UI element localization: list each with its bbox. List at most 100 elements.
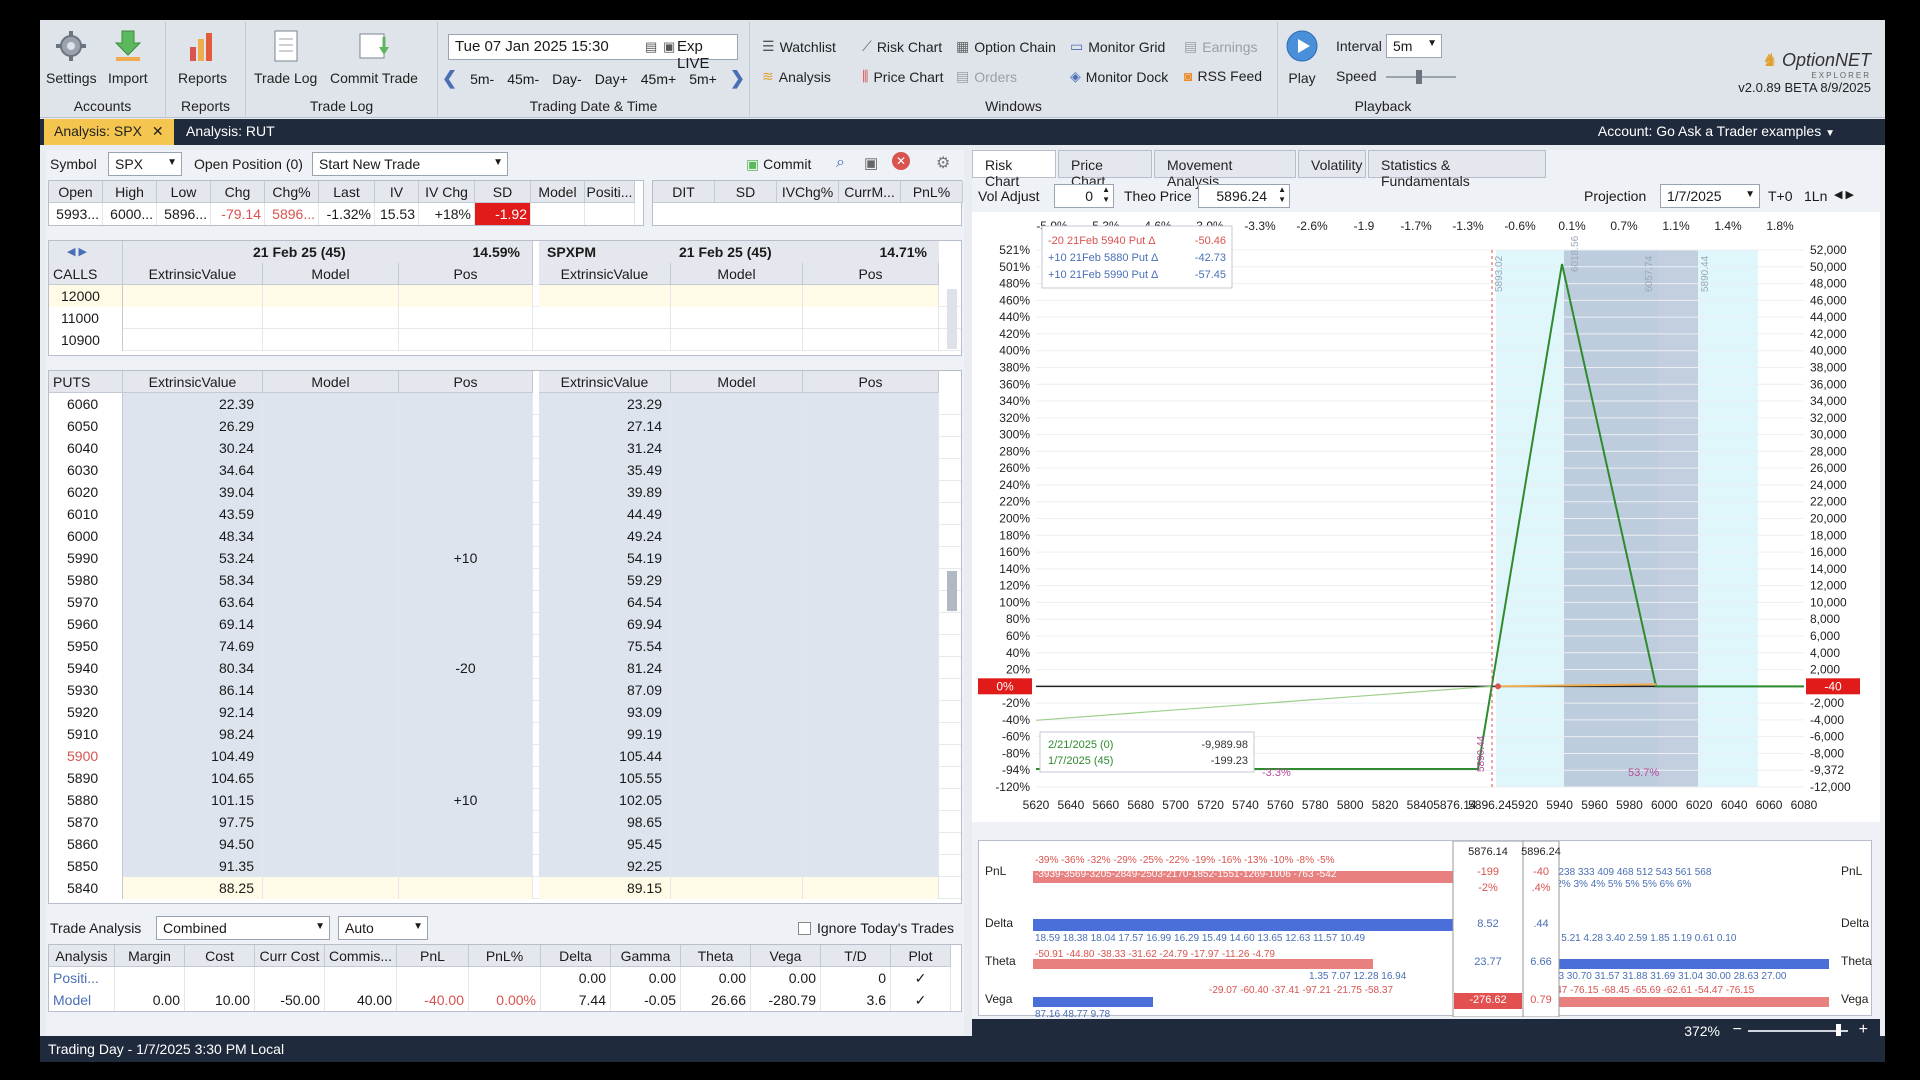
model-cell[interactable] [263,525,399,547]
monitor-grid-button[interactable]: ▭ Monitor Grid [1070,38,1165,55]
nav-5m-plus[interactable]: 5m+ [689,71,717,87]
call-cell[interactable] [123,307,263,329]
call-cell[interactable] [263,285,399,307]
call-cell[interactable] [539,285,671,307]
play-button[interactable]: Play [1284,28,1320,86]
tab-statistics-fundamentals[interactable]: Statistics & Fundamentals [1368,150,1546,189]
model-cell[interactable] [263,701,399,723]
prev-next-icon[interactable]: ◀ ▶ [1834,188,1854,201]
put-row[interactable]: 5900 104.49 105.44 [49,745,961,767]
scrollbar-thumb[interactable] [947,571,957,611]
call-cell[interactable] [399,285,533,307]
pos-cell[interactable] [803,767,939,789]
call-cell[interactable] [803,307,939,329]
model-cell[interactable] [671,701,803,723]
call-cell[interactable] [671,285,803,307]
interval-select[interactable]: 5m ▼ [1386,34,1442,58]
pos-cell[interactable] [803,723,939,745]
extrinsic-value[interactable]: 89.15 [539,877,671,899]
delete-icon[interactable]: ✕ [892,152,910,170]
put-row[interactable]: 6050 26.29 27.14 [49,415,961,437]
watchlist-button[interactable]: ☰ Watchlist [762,38,836,55]
extrinsic-value[interactable]: 94.50 [123,833,263,855]
extrinsic-value[interactable]: 93.09 [539,701,671,723]
extrinsic-value[interactable]: 34.64 [123,459,263,481]
pos-cell[interactable] [803,789,939,811]
call-cell[interactable] [263,307,399,329]
pos-cell[interactable] [399,481,533,503]
put-row[interactable]: 5940 80.34 -20 81.24 [49,657,961,679]
chevron-down-icon[interactable]: ▼ [1825,128,1835,139]
put-row[interactable]: 5980 58.34 59.29 [49,569,961,591]
model-cell[interactable] [263,877,399,899]
extrinsic-value[interactable]: 97.75 [123,811,263,833]
extrinsic-value[interactable]: 27.14 [539,415,671,437]
model-cell[interactable] [263,547,399,569]
nav-45m-minus[interactable]: 45m- [507,71,539,87]
model-cell[interactable] [263,569,399,591]
put-row[interactable]: 5970 63.64 64.54 [49,591,961,613]
extrinsic-value[interactable]: 91.35 [123,855,263,877]
pos-cell[interactable] [803,525,939,547]
model-cell[interactable] [263,613,399,635]
pos-cell[interactable] [399,525,533,547]
model-cell[interactable] [671,459,803,481]
pos-cell[interactable] [803,503,939,525]
extrinsic-value[interactable]: 105.55 [539,767,671,789]
pos-cell[interactable] [399,393,533,415]
pos-cell[interactable] [803,437,939,459]
model-cell[interactable] [671,745,803,767]
calendar-icon[interactable]: ▤ [645,39,657,55]
put-row[interactable]: 5920 92.14 93.09 [49,701,961,723]
put-row[interactable]: 6040 30.24 31.24 [49,437,961,459]
model-cell[interactable] [263,437,399,459]
model-cell[interactable] [263,503,399,525]
pos-cell[interactable]: +10 [399,789,533,811]
call-cell[interactable] [671,307,803,329]
pos-cell[interactable] [803,591,939,613]
tab-risk-chart[interactable]: Risk Chart [972,150,1056,189]
pos-cell[interactable] [399,679,533,701]
extrinsic-value[interactable]: 54.19 [539,547,671,569]
scrollbar[interactable] [947,289,957,349]
pos-cell[interactable] [399,635,533,657]
search-icon[interactable]: ⌕ [836,154,845,172]
ta-row-label[interactable]: Model [49,989,115,1011]
pos-cell[interactable] [399,437,533,459]
model-cell[interactable] [671,877,803,899]
put-row[interactable]: 5890 104.65 105.55 [49,767,961,789]
model-cell[interactable] [671,503,803,525]
extrinsic-value[interactable]: 69.14 [123,613,263,635]
put-row[interactable]: 5850 91.35 92.25 [49,855,961,877]
commit-trade-button[interactable]: Commit Trade [330,28,418,86]
pos-cell[interactable] [803,613,939,635]
speed-slider-thumb[interactable] [1416,70,1422,84]
extrinsic-value[interactable]: 80.34 [123,657,263,679]
plot-checkbox[interactable]: ✓ [891,989,951,1011]
model-cell[interactable] [671,613,803,635]
back-arrow-icon[interactable]: ❮ [442,68,457,89]
model-cell[interactable] [263,635,399,657]
call-cell[interactable] [539,307,671,329]
extrinsic-value[interactable]: 23.29 [539,393,671,415]
call-cell[interactable] [671,329,803,351]
put-row[interactable]: 6030 34.64 35.49 [49,459,961,481]
analysis-button[interactable]: ≋ Analysis [762,68,831,85]
zoom-slider[interactable] [1748,1024,1848,1038]
nav-day-minus[interactable]: Day- [552,71,582,87]
call-cell[interactable] [263,329,399,351]
extrinsic-value[interactable]: 98.24 [123,723,263,745]
extrinsic-value[interactable]: 53.24 [123,547,263,569]
extrinsic-value[interactable]: 44.49 [539,503,671,525]
ta-row-label[interactable]: Positi... [49,967,115,989]
model-cell[interactable] [263,789,399,811]
pos-cell[interactable] [803,393,939,415]
pos-cell[interactable]: +10 [399,547,533,569]
pos-cell[interactable] [803,657,939,679]
line-count-label[interactable]: 1Ln [1804,188,1827,204]
copy-icon[interactable]: ▣ [864,154,878,172]
checkbox-box[interactable] [798,921,811,935]
risk-chart-svg[interactable]: 521% 52,000 501% 50,000 480% 48,000 460% 46,000… [972,212,1880,822]
plot-checkbox[interactable]: ✓ [891,967,951,989]
call-cell[interactable] [399,329,533,351]
